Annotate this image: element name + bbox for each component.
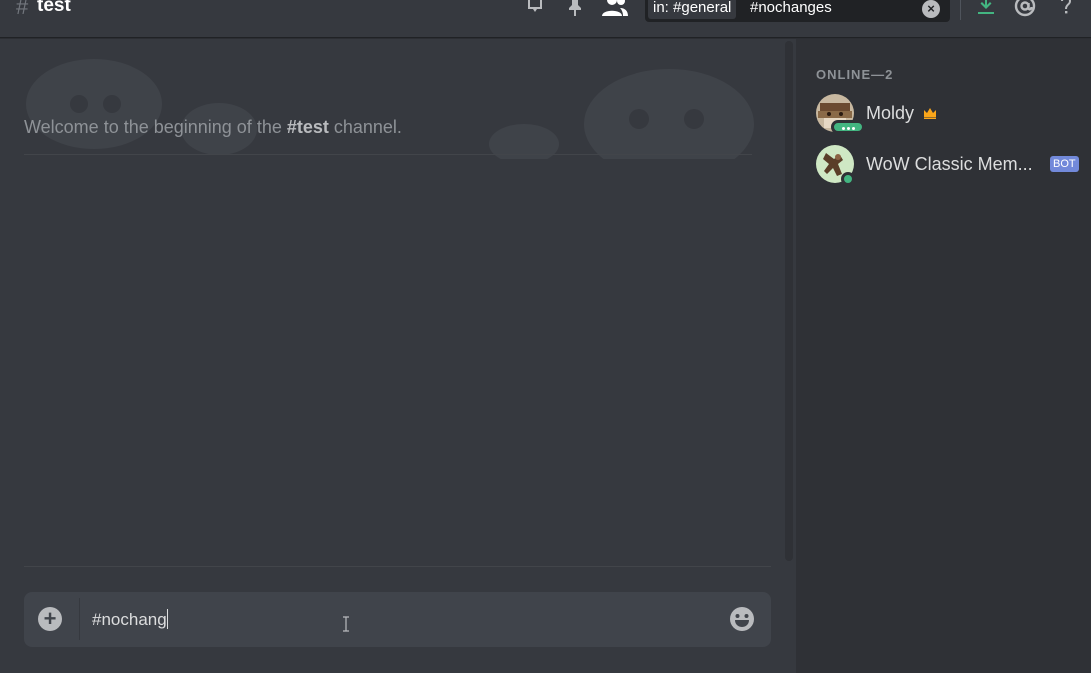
chat-scrollbar-thumb[interactable]: [785, 41, 793, 561]
welcome-divider: [24, 154, 752, 155]
member-name: WoW Classic Mem...: [866, 154, 1033, 174]
chat-scrollbar[interactable]: [782, 39, 796, 564]
text-cursor-ibeam-icon: [343, 616, 349, 632]
add-attachment-icon[interactable]: +: [38, 607, 62, 631]
welcome-prefix: Welcome to the beginning of the: [24, 117, 287, 137]
welcome-wumpus-art-icon: [26, 59, 754, 159]
member-name: Moldy: [866, 103, 915, 123]
pin-icon[interactable]: [563, 0, 587, 18]
mention-icon[interactable]: [1013, 0, 1037, 18]
clear-circle-icon[interactable]: ×: [922, 0, 940, 18]
member-item[interactable]: WoW Classic Mem... BOT: [816, 145, 1086, 189]
channel-hash-icon: #: [16, 0, 29, 19]
message-input[interactable]: #nochang: [92, 609, 168, 630]
online-status-dot: [841, 172, 855, 186]
member-group-header: ONLINE—2: [816, 67, 894, 82]
help-icon[interactable]: [1054, 0, 1078, 18]
welcome-message: Welcome to the beginning of the #test ch…: [24, 117, 402, 138]
member-item[interactable]: Moldy: [816, 94, 1086, 138]
header-divider: [960, 0, 961, 20]
channel-header: # test in: #general #nochanges ×: [0, 0, 1091, 38]
channel-title: test: [37, 0, 71, 16]
member-list: ONLINE—2 Moldy WoW Classic Mem... BOT: [796, 39, 1091, 673]
typing-status-indicator: [831, 120, 865, 134]
chat-area: Welcome to the beginning of the #test ch…: [0, 39, 796, 673]
search-query[interactable]: #nochanges: [750, 0, 832, 19]
welcome-channel-name: #test: [286, 117, 329, 137]
crown-icon: [924, 108, 936, 119]
emoji-picker-icon[interactable]: [728, 605, 756, 633]
members-icon[interactable]: [601, 0, 629, 18]
text-caret: [166, 609, 168, 629]
message-input-value: #nochang: [92, 610, 167, 629]
welcome-suffix: channel.: [328, 117, 402, 137]
inbox-download-icon[interactable]: [974, 0, 998, 18]
search-box[interactable]: in: #general #nochanges ×: [645, 0, 950, 22]
composer-divider: [24, 566, 771, 567]
notification-bell-icon[interactable]: [523, 0, 547, 18]
message-composer[interactable]: + #nochang: [24, 592, 771, 647]
composer-separator: [79, 598, 80, 640]
search-filter-chip[interactable]: in: #general: [648, 0, 737, 19]
bot-tag: BOT: [1050, 156, 1079, 172]
